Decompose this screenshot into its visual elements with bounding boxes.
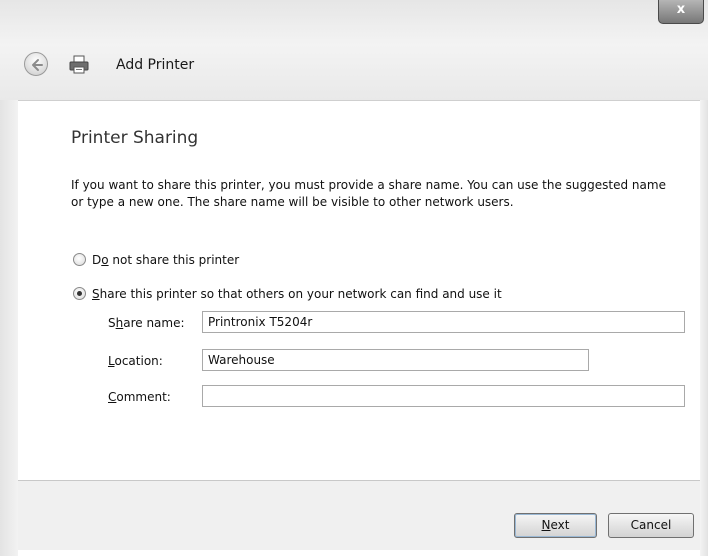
share-name-label: Share name: bbox=[108, 316, 185, 330]
cancel-button[interactable]: Cancel bbox=[608, 513, 694, 538]
share-radio[interactable] bbox=[73, 287, 86, 300]
next-button[interactable]: Next bbox=[514, 513, 597, 538]
add-printer-window: x Add Printer Printer Sharing If you wan… bbox=[0, 0, 708, 556]
printer-icon bbox=[69, 55, 89, 74]
title-bar bbox=[0, 0, 708, 100]
window-frame-left bbox=[0, 100, 18, 556]
back-arrow-icon bbox=[32, 59, 43, 71]
no-share-radio[interactable] bbox=[73, 253, 86, 266]
sharing-description: If you want to share this printer, you m… bbox=[71, 178, 666, 209]
location-label: Location: bbox=[108, 354, 163, 368]
comment-label: Comment: bbox=[108, 390, 171, 404]
back-button[interactable] bbox=[24, 52, 48, 76]
button-bar: Next Cancel bbox=[18, 480, 700, 550]
share-option[interactable]: Share this printer so that others on you… bbox=[73, 287, 502, 301]
window-frame-right bbox=[700, 100, 708, 556]
location-field[interactable]: Warehouse bbox=[202, 349, 589, 371]
page-heading: Printer Sharing bbox=[71, 128, 199, 148]
close-button[interactable]: x bbox=[658, 0, 704, 24]
wizard-content: Printer Sharing If you want to share thi… bbox=[18, 100, 700, 480]
share-label: Share this printer so that others on you… bbox=[92, 287, 502, 301]
no-share-label: Do not share this printer bbox=[92, 253, 240, 267]
window-title: Add Printer bbox=[116, 57, 195, 73]
comment-field[interactable] bbox=[202, 385, 685, 407]
no-share-option[interactable]: Do not share this printer bbox=[73, 253, 239, 267]
share-name-field[interactable]: Printronix T5204r bbox=[202, 311, 685, 333]
